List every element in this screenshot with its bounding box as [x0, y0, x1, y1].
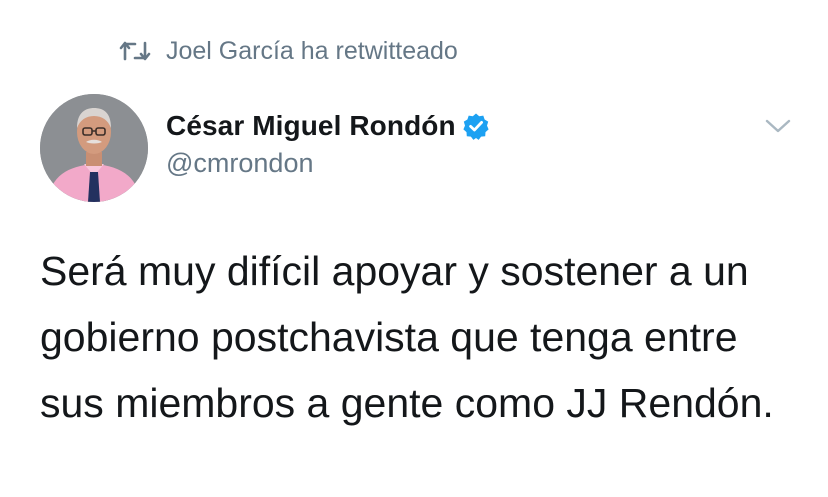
chevron-down-icon[interactable] — [764, 114, 792, 138]
tweet-text: Será muy difícil apoyar y sostener a un … — [40, 248, 774, 426]
author-handle[interactable]: @cmrondon — [166, 148, 490, 179]
author-block[interactable]: César Miguel Rondón @cmrondon — [166, 106, 490, 179]
verified-badge-icon — [462, 112, 490, 140]
tweet-header: César Miguel Rondón @cmrondon — [40, 94, 800, 204]
retweet-context[interactable]: Joel García ha retwitteado — [118, 34, 458, 68]
display-name[interactable]: César Miguel Rondón — [166, 110, 456, 142]
avatar[interactable] — [40, 94, 148, 202]
retweet-icon — [118, 38, 152, 64]
retweeted-by-label: Joel García ha retwitteado — [166, 36, 458, 65]
display-name-row: César Miguel Rondón — [166, 106, 490, 146]
